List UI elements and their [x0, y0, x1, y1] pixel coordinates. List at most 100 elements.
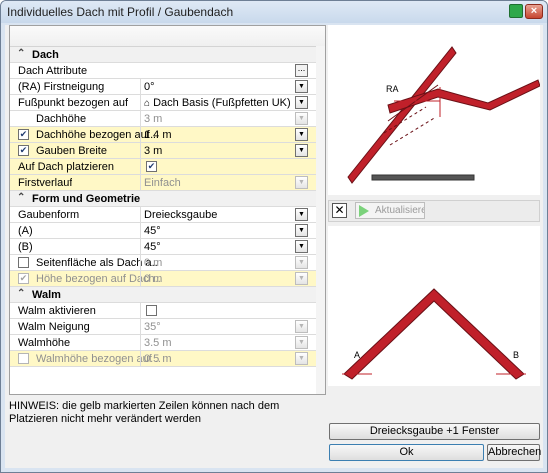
row-b[interactable]: (B) 45° ▼: [10, 239, 325, 255]
attribute-ellipsis-button[interactable]: ...: [295, 64, 308, 77]
walmhoehe-bezogen-checkbox: [18, 353, 29, 364]
category-walm[interactable]: ⌃ Walm: [10, 287, 325, 303]
dropdown-arrow-icon: ▼: [295, 112, 308, 125]
row-label: Dachhöhe: [36, 113, 87, 125]
row-dachhoehe-bezogen[interactable]: ✔ Dachhöhe bezogen auf .. 1.4 m ▼: [10, 127, 325, 143]
gauben-breite-value[interactable]: 3 m: [144, 145, 162, 157]
roof-profile-drawing: [347, 46, 541, 184]
row-walmhoehe-bezogen: Walmhöhe bezogen auf .. 0.5 m ▼: [10, 351, 325, 367]
seitenflaeche-value: 0 m: [144, 257, 163, 269]
row-dach-attribute: Dach Attribute ...: [10, 63, 325, 79]
row-label: Firstverlauf: [18, 177, 73, 189]
row-gauben-breite[interactable]: ✔ Gauben Breite 3 m ▼: [10, 143, 325, 159]
row-dachhoehe: Dachhöhe 3 m ▼: [10, 111, 325, 127]
dropdown-arrow-icon[interactable]: ▼: [295, 224, 308, 237]
gaubenform-value[interactable]: Dreiecksgaube: [144, 209, 217, 221]
close-window-button[interactable]: ×: [525, 4, 543, 19]
roof-base-icon: ⌂: [144, 98, 151, 109]
row-label: Walm Neigung: [18, 321, 90, 333]
category-form[interactable]: ⌃ Form und Geometrie: [10, 191, 325, 207]
refresh-button[interactable]: Aktualisieren: [355, 202, 425, 219]
row-label: Gaubenform: [18, 209, 80, 221]
hoehe-bezogen-checkbox: ✔: [18, 273, 29, 284]
preset-button[interactable]: Dreiecksgaube +1 Fenster: [329, 423, 540, 440]
collapse-icon[interactable]: ⌃: [17, 48, 25, 59]
dropdown-arrow-icon[interactable]: ▼: [295, 96, 308, 109]
walm-neigung-value: 35°: [144, 321, 161, 333]
row-label: Gauben Breite: [36, 145, 107, 157]
walm-aktivieren-checkbox[interactable]: [146, 305, 157, 316]
row-label: (A): [18, 225, 33, 237]
roof-preview-top: RA: [328, 25, 541, 195]
ok-button[interactable]: Ok: [329, 444, 484, 461]
dropdown-arrow-icon[interactable]: ▼: [295, 80, 308, 93]
property-grid: ⌃ Dach Dach Attribute ... (RA) Firstneig…: [9, 25, 326, 395]
seitenflaeche-checkbox[interactable]: [18, 257, 29, 268]
dachhoehe-bezogen-checkbox[interactable]: ✔: [18, 129, 29, 140]
row-firstverlauf: Firstverlauf Einfach ▼: [10, 175, 325, 191]
dropdown-arrow-icon[interactable]: ▼: [295, 144, 308, 157]
cancel-button[interactable]: Abbrechen: [487, 444, 541, 461]
collapse-icon[interactable]: ⌃: [17, 288, 25, 299]
dachhoehe-bezogen-value[interactable]: 1.4 m: [144, 129, 172, 141]
dropdown-arrow-icon[interactable]: ▼: [295, 240, 308, 253]
b-angle-label: B: [513, 350, 520, 360]
gauben-breite-checkbox[interactable]: ✔: [18, 145, 29, 156]
category-label: Dach: [32, 49, 59, 61]
dropdown-arrow-icon: ▼: [295, 320, 308, 333]
row-walmhoehe: Walmhöhe 3.5 m ▼: [10, 335, 325, 351]
category-dach[interactable]: ⌃ Dach: [10, 47, 325, 63]
row-auf-dach[interactable]: Auf Dach platzieren ✔: [10, 159, 325, 175]
row-label: Walmhöhe: [18, 337, 71, 349]
dropdown-arrow-icon: ▼: [295, 256, 308, 269]
dropdown-arrow-icon: ▼: [295, 176, 308, 189]
row-seitenflaeche[interactable]: Seitenfläche als Dach a.. 0 m ▼: [10, 255, 325, 271]
preview-toolbar: ✕ Aktualisieren: [328, 200, 540, 222]
dropdown-arrow-icon: ▼: [295, 336, 308, 349]
hoehe-bezogen-value: 0 m: [144, 273, 163, 285]
row-label: Fußpunkt bezogen auf: [18, 97, 129, 109]
row-label: Auf Dach platzieren: [18, 161, 114, 173]
dormer-shape-drawing: [342, 288, 526, 380]
walmhoehe-bezogen-value: 0.5 m: [144, 353, 172, 365]
row-hoehe-bezogen: ✔ Höhe bezogen auf Dach.. 0 m ▼: [10, 271, 325, 287]
firstverlauf-value: Einfach: [144, 177, 181, 189]
a-value[interactable]: 45°: [144, 225, 161, 237]
row-walm-neigung: Walm Neigung 35° ▼: [10, 319, 325, 335]
dachhoehe-value: 3 m: [144, 113, 163, 125]
row-a[interactable]: (A) 45° ▼: [10, 223, 325, 239]
category-label: Form und Geometrie: [32, 193, 141, 205]
row-gaubenform[interactable]: Gaubenform Dreiecksgaube ▼: [10, 207, 325, 223]
row-fusspunkt[interactable]: Fußpunkt bezogen auf ⌂ Dach Basis (Fußpf…: [10, 95, 325, 111]
row-label: (B): [18, 241, 33, 253]
ra-label: RA: [386, 84, 399, 94]
grid-scrollbar[interactable]: [316, 46, 325, 394]
row-firstneigung[interactable]: (RA) Firstneigung 0° ▼: [10, 79, 325, 95]
dropdown-arrow-icon[interactable]: ▼: [295, 128, 308, 141]
dialog-client: ⌃ Dach Dach Attribute ... (RA) Firstneig…: [5, 25, 543, 468]
row-label: Walm aktivieren: [18, 305, 96, 317]
row-label: Dach Attribute: [18, 65, 88, 77]
row-label: Höhe bezogen auf Dach..: [36, 273, 161, 285]
row-label: (RA) Firstneigung: [18, 81, 105, 93]
walmhoehe-value: 3.5 m: [144, 337, 172, 349]
app-icon[interactable]: [509, 4, 523, 18]
refresh-label: Aktualisieren: [375, 205, 424, 216]
dropdown-arrow-icon[interactable]: ▼: [295, 208, 308, 221]
fusspunkt-value[interactable]: ⌂ Dach Basis (Fußpfetten UK): [144, 97, 291, 109]
b-value[interactable]: 45°: [144, 241, 161, 253]
auf-dach-checkbox[interactable]: ✔: [146, 161, 157, 172]
fusspunkt-text: Dach Basis (Fußpfetten UK): [153, 97, 291, 109]
collapse-icon[interactable]: ⌃: [17, 192, 25, 203]
grid-header: [10, 26, 325, 47]
row-walm-aktivieren[interactable]: Walm aktivieren: [10, 303, 325, 319]
category-label: Walm: [32, 289, 61, 301]
title-bar: Individuelles Dach mit Profil / Gaubenda…: [1, 1, 547, 23]
window-title: Individuelles Dach mit Profil / Gaubenda…: [7, 5, 234, 19]
roof-preview-bottom: A B: [328, 226, 540, 386]
dropdown-arrow-icon: ▼: [295, 352, 308, 365]
firstneigung-value[interactable]: 0°: [144, 81, 155, 93]
close-preview-button[interactable]: ✕: [332, 203, 347, 218]
hint-text: HINWEIS: die gelb markierten Zeilen könn…: [9, 400, 280, 425]
dropdown-arrow-icon: ▼: [295, 272, 308, 285]
